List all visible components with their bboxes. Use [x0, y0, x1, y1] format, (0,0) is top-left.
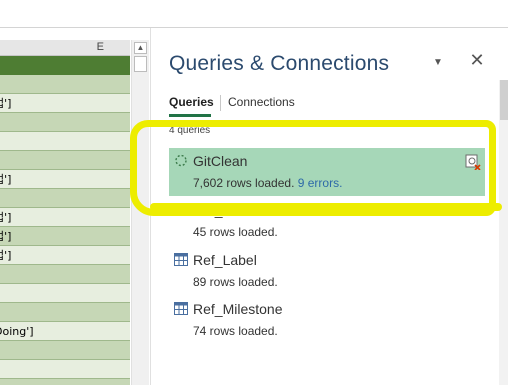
worksheet-row[interactable]	[0, 113, 130, 132]
worksheet-row[interactable]	[0, 303, 130, 322]
worksheet-vertical-scrollbar[interactable]: ▲	[131, 40, 149, 385]
query-name: Ref_Milestone	[193, 301, 283, 317]
refresh-error-icon[interactable]	[465, 154, 481, 170]
worksheet-row[interactable]: 업']	[0, 170, 130, 189]
cell-value: 업']	[0, 249, 12, 262]
cell-value: 업']	[0, 211, 12, 224]
worksheet-row[interactable]	[0, 75, 130, 94]
cell-value: 업']	[0, 173, 12, 186]
table-icon	[174, 203, 188, 216]
pane-title: Queries & Connections	[169, 52, 390, 75]
worksheet-row[interactable]	[0, 189, 130, 208]
query-item-ref-milestone[interactable]: Ref_Milestone 74 rows loaded.	[169, 296, 485, 344]
top-toolbar-strip	[0, 0, 508, 28]
table-icon	[174, 253, 188, 266]
worksheet-row[interactable]	[0, 284, 130, 303]
query-name: Ref_Label	[193, 252, 257, 268]
scrollbar-thumb[interactable]	[134, 56, 147, 72]
cell-value: 업']	[0, 97, 12, 110]
worksheet-row[interactable]	[0, 341, 130, 360]
pane-close-icon[interactable]: ✕	[469, 51, 485, 69]
worksheet-row[interactable]: 업']	[0, 227, 130, 246]
worksheet-row[interactable]: 업']	[0, 94, 130, 113]
worksheet-row[interactable]	[0, 360, 130, 379]
query-rows-loaded: 45 rows loaded.	[193, 225, 278, 239]
query-name: Ref_Role	[193, 202, 252, 218]
query-item-gitclean[interactable]: GitClean 7,602 rows loaded. 9 errors.	[169, 148, 485, 196]
query-item-ref-label[interactable]: Ref_Label 89 rows loaded.	[169, 247, 485, 295]
worksheet-row[interactable]	[0, 379, 130, 385]
column-header-label: E	[96, 41, 104, 53]
pane-options-dropdown-icon[interactable]: ▼	[431, 56, 445, 70]
column-header-e[interactable]: E	[0, 40, 130, 56]
worksheet-row[interactable]	[0, 132, 130, 151]
table-icon	[174, 302, 188, 315]
loading-dotted-circle-icon	[175, 154, 187, 167]
tab-divider	[220, 95, 221, 111]
active-tab-underline	[169, 114, 211, 117]
worksheet-grid[interactable]: E 업'] 업'] 업'] 업'] 업'] Doing']	[0, 40, 130, 385]
scroll-up-arrow-icon[interactable]: ▲	[134, 42, 147, 54]
query-status: 7,602 rows loaded. 9 errors.	[193, 176, 342, 190]
worksheet-row[interactable]: Doing']	[0, 322, 130, 341]
query-item-ref-role[interactable]: Ref_Role 45 rows loaded.	[169, 197, 485, 245]
worksheet-row[interactable]: 업']	[0, 246, 130, 265]
worksheet-row[interactable]: 업']	[0, 208, 130, 227]
pane-scrollbar-thumb[interactable]	[500, 80, 508, 120]
queries-connections-pane: Queries & Connections ▼ ✕ Queries Connec…	[150, 28, 508, 385]
tab-connections[interactable]: Connections	[228, 95, 295, 109]
tab-queries[interactable]: Queries	[169, 95, 214, 109]
worksheet-row[interactable]	[0, 265, 130, 284]
query-name: GitClean	[193, 153, 248, 169]
worksheet-row[interactable]	[0, 151, 130, 170]
query-rows-loaded: 7,602 rows loaded.	[193, 176, 295, 190]
cell-value: 업']	[0, 230, 12, 243]
pane-vertical-scrollbar[interactable]	[499, 80, 508, 385]
cell-value: Doing']	[0, 325, 34, 338]
query-count-label: 4 queries	[169, 125, 211, 136]
worksheet-rows: 업'] 업'] 업'] 업'] 업'] Doing']	[0, 56, 130, 385]
query-rows-loaded: 89 rows loaded.	[193, 275, 278, 289]
worksheet-row[interactable]	[0, 56, 130, 75]
query-errors-link[interactable]: 9 errors.	[298, 176, 343, 190]
query-rows-loaded: 74 rows loaded.	[193, 324, 278, 338]
